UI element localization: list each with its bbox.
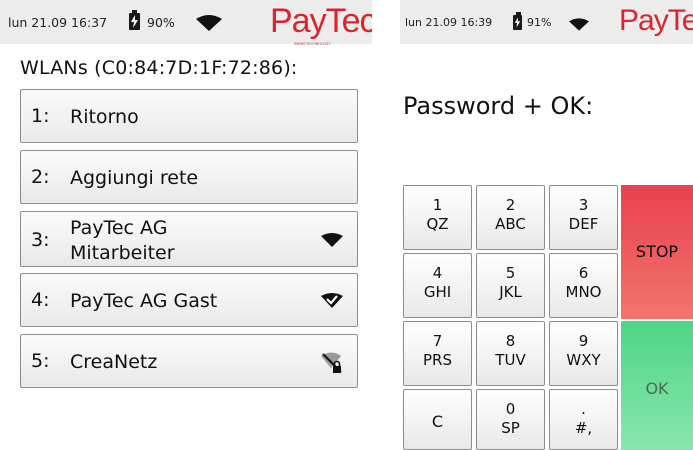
key-4[interactable]: 4 GHI — [403, 253, 472, 318]
status-bar: lun 21.09 16:39 91% PayTec — [400, 0, 693, 44]
battery-percent: 90% — [147, 15, 175, 30]
menu-item-label: Aggiungi rete — [70, 167, 199, 189]
paytec-logo: PayTec SWISS TECHNOLOGY — [270, 2, 372, 46]
status-time: lun 21.09 16:37 — [8, 15, 108, 30]
key-7[interactable]: 7 PRS — [403, 321, 472, 386]
menu-item-label: PayTec AG Gast — [70, 290, 218, 312]
menu-item-number: 3: — [31, 229, 50, 251]
menu-item-number: 2: — [31, 166, 50, 188]
password-entry-screen: lun 21.09 16:39 91% PayTec Password + OK… — [400, 0, 693, 450]
status-bar: lun 21.09 16:37 90% PayTec SWISS TECHNOL… — [0, 0, 372, 46]
key-8[interactable]: 8 TUV — [476, 321, 545, 386]
key-5[interactable]: 5 JKL — [476, 253, 545, 318]
key-symbols[interactable]: . #, — [549, 389, 618, 450]
key-3[interactable]: 3 DEF — [549, 185, 618, 250]
wifi-status-icon — [196, 15, 222, 31]
menu-item-number: 1: — [31, 105, 50, 127]
ok-button[interactable]: OK — [621, 321, 693, 450]
menu-item-number: 5: — [31, 350, 50, 372]
wlan-list-screen: lun 21.09 16:37 90% PayTec SWISS TECHNOL… — [0, 0, 372, 450]
menu-item-label: Ritorno — [70, 106, 139, 128]
wifi-connected-check-icon — [321, 293, 343, 308]
menu-item-aggiungi-rete[interactable]: 2: Aggiungi rete — [20, 150, 358, 204]
wifi-signal-icon — [321, 233, 343, 247]
key-0[interactable]: 0 SP — [476, 389, 545, 450]
menu-item-paytec-gast[interactable]: 4: PayTec AG Gast — [20, 273, 358, 327]
menu-item-label-line2: Mitarbeiter — [70, 242, 175, 264]
menu-item-number: 4: — [31, 289, 50, 311]
key-6[interactable]: 6 MNO — [549, 253, 618, 318]
key-9[interactable]: 9 WXY — [549, 321, 618, 386]
key-clear[interactable]: C — [403, 389, 472, 450]
wlan-list-title: WLANs (C0:84:7D:1F:72:86): — [20, 57, 298, 79]
menu-item-paytec-mitarbeiter[interactable]: 3: PayTec AG Mitarbeiter — [20, 211, 358, 267]
key-2[interactable]: 2 ABC — [476, 185, 545, 250]
status-time: lun 21.09 16:39 — [405, 16, 493, 29]
wifi-status-icon — [569, 18, 589, 31]
password-prompt: Password + OK: — [403, 92, 594, 120]
stop-button[interactable]: STOP — [621, 185, 693, 319]
menu-item-ritorno[interactable]: 1: Ritorno — [20, 89, 358, 143]
wifi-locked-icon — [321, 352, 342, 373]
battery-percent: 91% — [527, 16, 552, 29]
menu-item-label: CreaNetz — [70, 351, 158, 373]
menu-item-creanetz[interactable]: 5: CreaNetz — [20, 334, 358, 388]
menu-item-label-line1: PayTec AG — [70, 217, 168, 239]
paytec-logo: PayTec — [619, 4, 693, 37]
battery-charging-icon — [513, 12, 522, 30]
battery-charging-icon — [129, 10, 140, 30]
key-1[interactable]: 1 QZ — [403, 185, 472, 250]
